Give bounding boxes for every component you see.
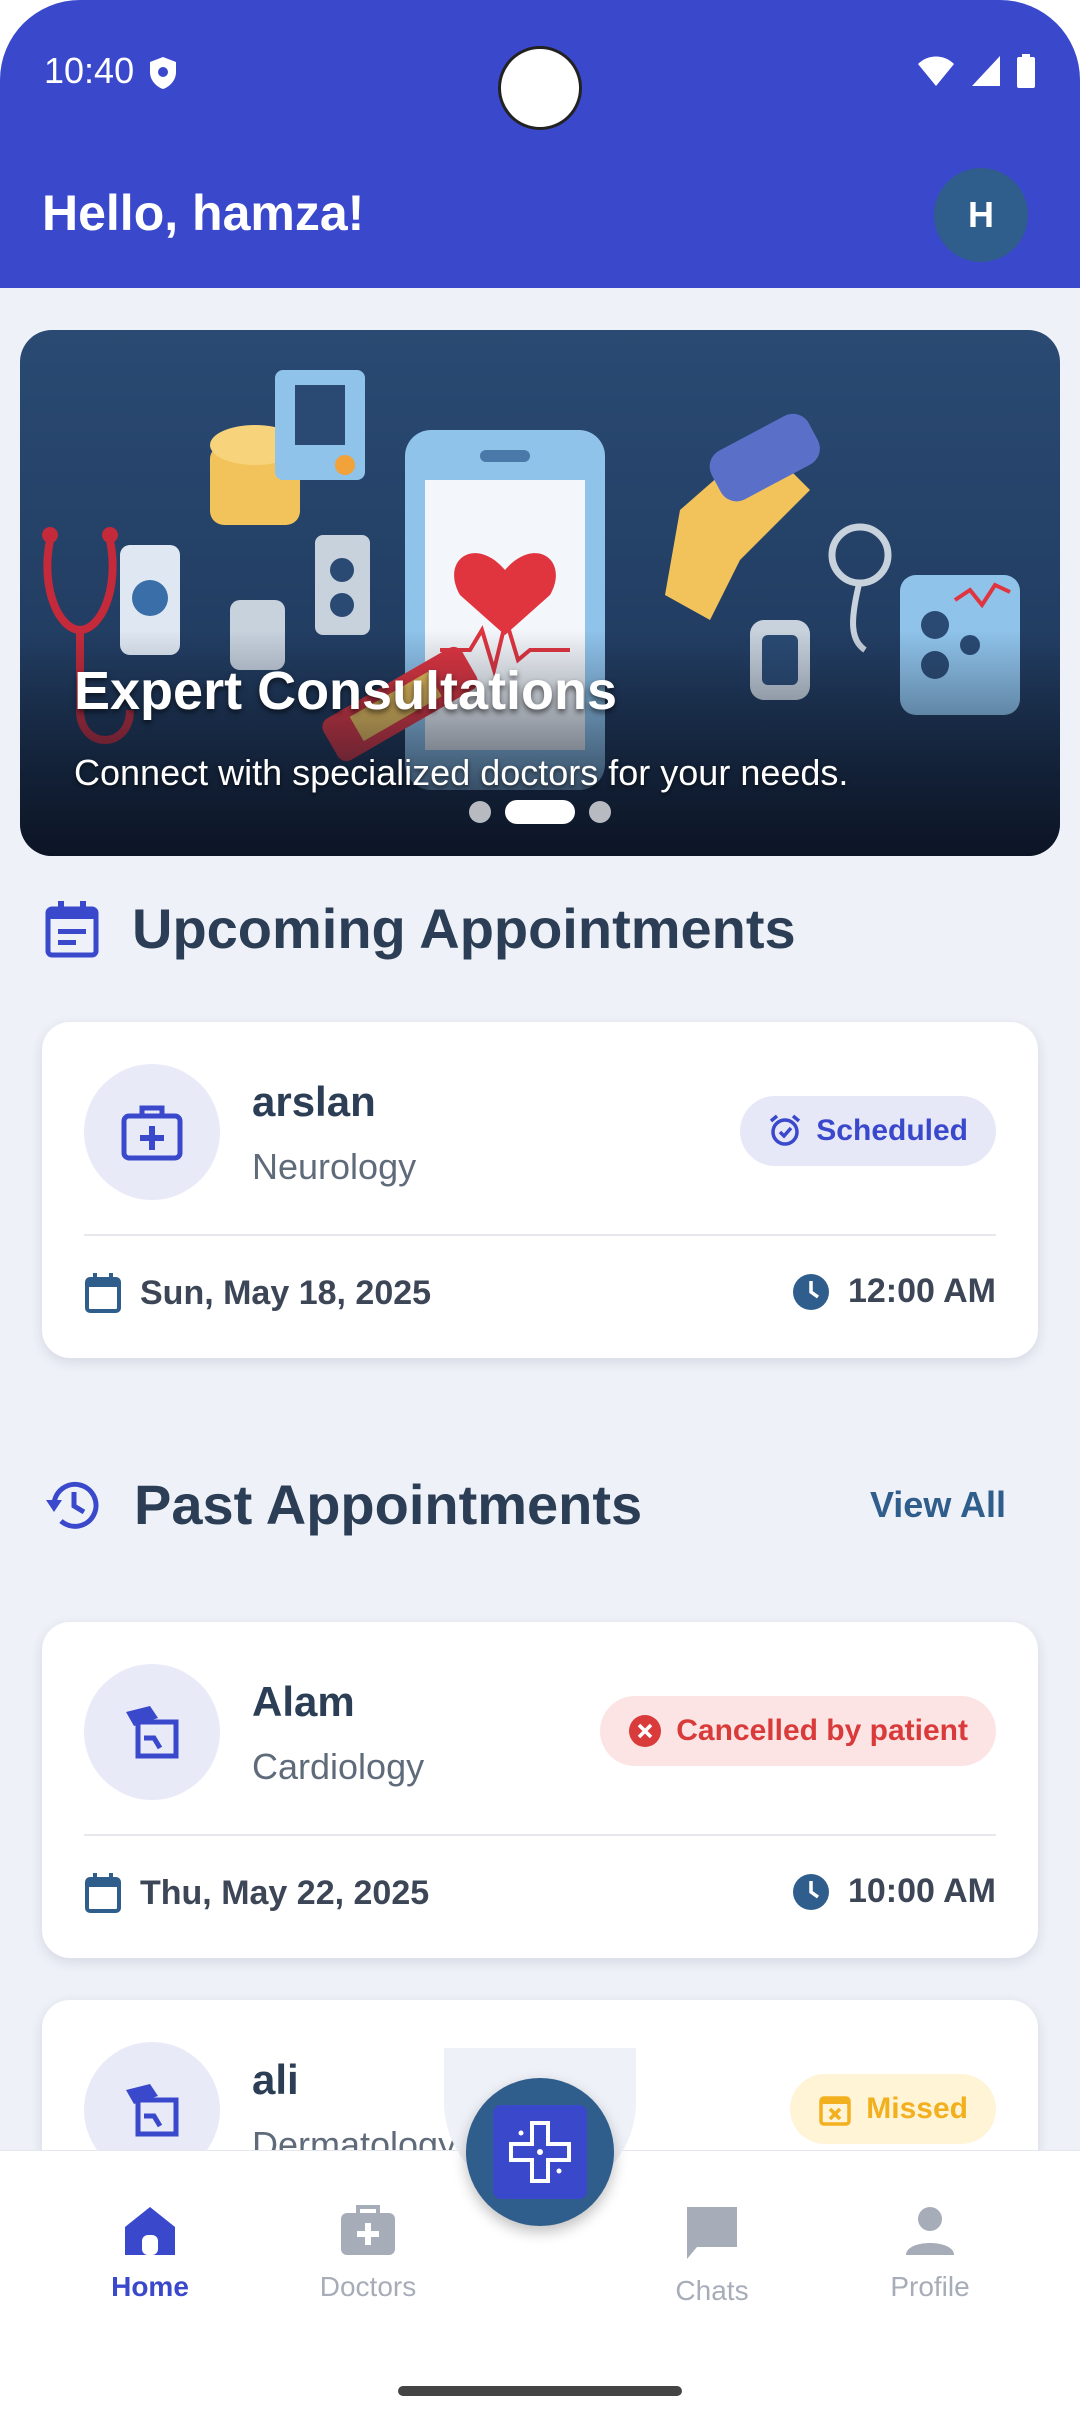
- nav-profile[interactable]: Profile: [850, 2205, 1010, 2303]
- status-label: Cancelled by patient: [676, 1714, 968, 1747]
- past-title: Past Appointments: [134, 1473, 643, 1536]
- calendar-x-icon: [819, 2096, 852, 2126]
- stethoscope-icon: [126, 2084, 179, 2137]
- appointment-time: 10:00 AM: [792, 1872, 996, 1911]
- nav-home[interactable]: Home: [70, 2205, 230, 2303]
- shield-icon: [150, 57, 176, 89]
- time-text: 12:00 AM: [847, 1272, 996, 1310]
- stethoscope-icon: [126, 1706, 179, 1759]
- center-action-button[interactable]: [466, 2078, 614, 2226]
- nav-doctors[interactable]: Doctors: [288, 2205, 448, 2303]
- medical-bag-icon: [341, 2205, 395, 2255]
- date-text: Sun, May 18, 2025: [140, 1273, 432, 1312]
- signal-icon: [972, 56, 1000, 86]
- calendar-icon: [45, 900, 99, 957]
- greeting-text: Hello, hamza!: [42, 185, 365, 241]
- cancel-icon: [629, 1715, 662, 1747]
- wifi-icon: [918, 56, 954, 86]
- appointment-date: Thu, May 22, 2025: [84, 1872, 429, 1914]
- upcoming-section-header: Upcoming Appointments: [44, 896, 796, 961]
- status-badge: Missed: [790, 2074, 996, 2144]
- medical-bag-icon: [121, 1105, 183, 1161]
- appointment-card[interactable]: arslan Neurology Scheduled Sun, May 18, …: [42, 1022, 1038, 1358]
- chat-icon: [687, 2207, 737, 2259]
- upcoming-title: Upcoming Appointments: [132, 897, 796, 960]
- past-section-header: Past Appointments: [44, 1472, 642, 1537]
- time-text: 10:00 AM: [847, 1872, 996, 1910]
- appointment-time: 12:00 AM: [792, 1272, 996, 1311]
- app-header: 10:40 Hello, hamza! H: [0, 0, 1080, 288]
- camera-cutout: [498, 46, 582, 130]
- card-divider: [84, 1834, 996, 1836]
- promo-banner[interactable]: Expert Consultations Connect with specia…: [20, 330, 1060, 856]
- alarm-clock-icon: [770, 1114, 801, 1146]
- calendar-icon: [85, 1873, 121, 1913]
- nav-chats[interactable]: Chats: [632, 2205, 792, 2307]
- carousel-dot[interactable]: [469, 801, 491, 823]
- doctor-name: Alam: [252, 1678, 355, 1725]
- banner-title: Expert Consultations: [74, 661, 618, 721]
- home-indicator[interactable]: [398, 2386, 682, 2396]
- carousel-dot[interactable]: [589, 801, 611, 823]
- home-icon: [125, 2207, 175, 2255]
- date-text: Thu, May 22, 2025: [140, 1873, 430, 1912]
- doctor-name: ali: [252, 2056, 299, 2103]
- doctor-icon-circle: [84, 1664, 220, 1800]
- status-label: Missed: [866, 2092, 968, 2125]
- banner-subtitle: Connect with specialized doctors for you…: [74, 752, 849, 793]
- status-label: Scheduled: [816, 1114, 968, 1147]
- app-screen: 10:40 Hello, hamza! H Expert Consultatio…: [0, 0, 1080, 2424]
- doctor-specialty: Cardiology: [252, 1746, 425, 1787]
- history-icon: [46, 1481, 99, 1529]
- card-divider: [84, 1234, 996, 1236]
- carousel-dot-active[interactable]: [505, 800, 575, 824]
- person-icon: [906, 2207, 954, 2255]
- battery-icon: [1017, 54, 1035, 88]
- avatar[interactable]: H: [934, 168, 1028, 262]
- clock-icon: [792, 1273, 829, 1310]
- nav-doctors-label: Doctors: [319, 2271, 417, 2302]
- doctor-icon-circle: [84, 1064, 220, 1200]
- appointment-date: Sun, May 18, 2025: [84, 1272, 431, 1314]
- status-badge: Cancelled by patient: [600, 1696, 996, 1766]
- doctor-name: arslan: [252, 1078, 376, 1125]
- calendar-icon: [85, 1273, 121, 1313]
- nav-profile-label: Profile: [890, 2271, 970, 2302]
- status-badge: Scheduled: [740, 1096, 996, 1166]
- medical-cross-icon: [493, 2105, 587, 2199]
- carousel-indicator[interactable]: [20, 800, 1060, 824]
- nav-chats-label: Chats: [675, 2275, 749, 2306]
- status-time: 10:40: [44, 50, 135, 91]
- doctor-specialty: Neurology: [252, 1146, 417, 1187]
- view-all-link[interactable]: View All: [870, 1484, 1006, 1526]
- nav-home-label: Home: [111, 2271, 189, 2302]
- clock-icon: [792, 1873, 829, 1910]
- appointment-card[interactable]: Alam Cardiology Cancelled by patient Thu…: [42, 1622, 1038, 1958]
- status-icons: [916, 54, 1036, 88]
